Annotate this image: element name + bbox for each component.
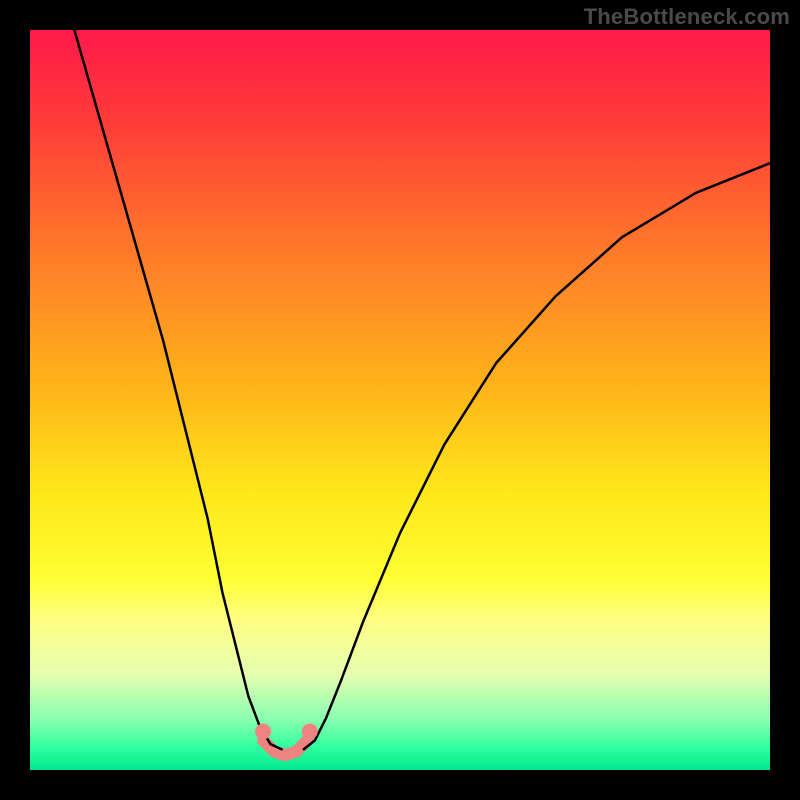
point-dot-right xyxy=(302,724,318,740)
gradient-background xyxy=(30,30,770,770)
point-dot-left xyxy=(255,724,271,740)
chart-svg xyxy=(30,30,770,770)
watermark-text: TheBottleneck.com xyxy=(584,4,790,30)
plot-area xyxy=(30,30,770,770)
chart-frame: TheBottleneck.com xyxy=(0,0,800,800)
